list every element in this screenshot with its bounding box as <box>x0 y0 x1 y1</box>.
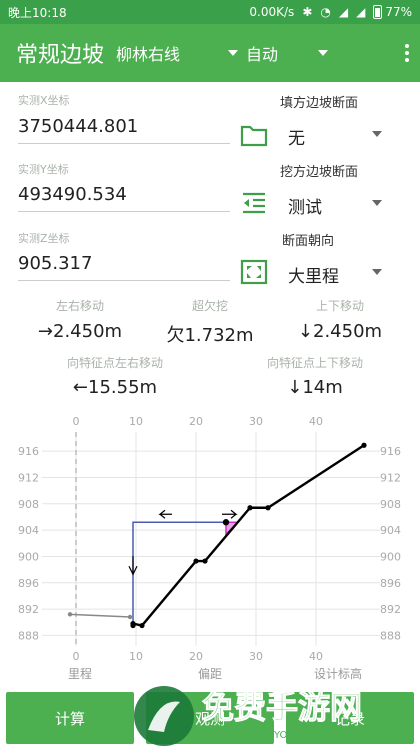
chevron-down-icon <box>318 50 328 56</box>
chevron-down-icon <box>372 131 382 137</box>
feature-ud-label: 向特征点上下移动 <box>266 356 363 370</box>
battery-level: 77% <box>385 5 412 19</box>
ud-move-label: 上下移动 <box>315 299 364 313</box>
y-tick-label-right: 916 <box>380 445 401 458</box>
observe-button-label: 观测 <box>194 709 225 728</box>
x-tick-label-bottom: 40 <box>309 650 323 663</box>
over-under-label: 超欠挖 <box>191 299 228 313</box>
feature-lr-value: ←15.55m <box>72 377 158 398</box>
data-point <box>139 622 145 629</box>
mode-select-value: 自动 <box>246 45 279 64</box>
status-time: 晚上10:18 <box>8 5 67 20</box>
z-coordinate-input[interactable]: 905.317 <box>18 253 230 281</box>
right-arrow-icon <box>222 509 238 519</box>
over-under-value: 欠1.732m <box>166 325 254 346</box>
y-tick-label-right: 912 <box>380 471 401 484</box>
y-tick-label-left: 892 <box>18 603 39 616</box>
status-bar: 晚上10:18 0.00K/s ✱ ◔ ◢ ◢ 77% <box>0 0 420 24</box>
page-title: 常规边坡 <box>16 43 105 68</box>
more-menu-icon[interactable] <box>404 44 410 62</box>
signal-icon: ◢ <box>338 5 349 19</box>
x-tick-label-bottom: 0 <box>73 650 80 663</box>
guide-line <box>132 521 226 624</box>
x-tick-label-top: 0 <box>73 415 80 428</box>
y-tick-label-left: 896 <box>18 577 39 590</box>
chevron-down-icon <box>372 269 382 275</box>
data-point <box>67 612 73 617</box>
y-tick-label-right: 908 <box>380 498 401 511</box>
y-tick-label-left: 912 <box>18 471 39 484</box>
lr-move-label: 左右移动 <box>55 299 104 313</box>
x-tick-label-top: 10 <box>129 415 143 428</box>
feature-lr-label: 向特征点左右移动 <box>66 356 163 370</box>
series-line <box>69 613 131 618</box>
fill-section-select[interactable]: 无 <box>288 124 305 149</box>
y-tick-label-left: 908 <box>18 498 39 511</box>
cut-section-label: 挖方边坡断面 <box>280 165 359 180</box>
line-select[interactable]: 柳林右线 <box>116 41 246 65</box>
line-select-value: 柳林右线 <box>116 45 181 64</box>
series-line <box>131 444 365 627</box>
y-tick-label-left: 900 <box>18 550 39 563</box>
calculate-button-label: 计算 <box>54 709 85 728</box>
wifi-icon: ◔ <box>320 5 331 19</box>
data-point <box>127 614 133 620</box>
section-chart[interactable]: 0 10 20 30 40 888 888 892 892 896 896 900 900 904 904 9… <box>0 410 420 685</box>
legend-label: 里程 <box>68 666 92 681</box>
fullscreen-icon[interactable] <box>240 259 268 285</box>
lr-move-value: →2.450m <box>37 321 123 342</box>
record-button[interactable]: 记录 <box>286 692 414 744</box>
app-bar: 常规边坡 柳林右线 自动 <box>0 24 420 82</box>
data-point <box>265 505 271 511</box>
x-tick-label-top: 20 <box>189 415 203 428</box>
x-tick-label-bottom: 30 <box>249 650 263 663</box>
y-tick-label-left: 916 <box>18 445 39 458</box>
network-speed: 0.00K/s <box>249 5 295 19</box>
x-tick-label-top: 30 <box>249 415 263 428</box>
y-tick-label-left: 904 <box>18 524 39 537</box>
y-tick-label-right: 892 <box>380 603 401 616</box>
direction-label: 断面朝向 <box>282 234 335 249</box>
data-point <box>130 620 136 627</box>
data-point <box>193 558 199 564</box>
data-point <box>202 558 208 564</box>
z-coordinate-label: 实测Z坐标 <box>18 232 70 245</box>
chevron-down-icon <box>372 200 382 206</box>
left-arrow-icon <box>158 509 172 519</box>
signal-2-icon: ◢ <box>356 5 366 19</box>
y-tick-label-right: 904 <box>380 524 401 537</box>
data-point <box>247 505 253 511</box>
data-point <box>361 442 367 448</box>
x-coordinate-input[interactable]: 3750444.801 <box>18 116 230 144</box>
y-coordinate-label: 实测Y坐标 <box>18 163 69 176</box>
chevron-down-icon <box>228 50 238 56</box>
y-coordinate-input[interactable]: 493490.534 <box>18 184 230 212</box>
x-coordinate-label: 实测X坐标 <box>18 94 70 107</box>
design-point <box>222 519 230 526</box>
observe-button[interactable]: 观测 <box>146 692 274 744</box>
y-tick-label-right: 900 <box>380 550 401 563</box>
y-tick-label-left: 888 <box>18 629 39 642</box>
direction-select[interactable]: 大里程 <box>288 262 339 287</box>
cut-section-select[interactable]: 测试 <box>288 193 322 218</box>
x-tick-label-top: 40 <box>309 415 323 428</box>
battery-indicator: 77% <box>373 5 412 19</box>
ud-move-value: ↓2.450m <box>297 321 383 342</box>
x-tick-label-bottom: 20 <box>189 650 203 663</box>
bluetooth-icon: ✱ <box>302 5 313 19</box>
mode-select[interactable]: 自动 <box>246 41 336 65</box>
battery-icon <box>373 5 383 19</box>
bottom-action-bar: 计算 观测 记录 <box>0 688 420 750</box>
indent-list-icon[interactable] <box>240 190 268 216</box>
legend-label: 设计标高 <box>314 666 362 681</box>
folder-icon[interactable] <box>240 122 268 148</box>
fill-section-label: 填方边坡断面 <box>280 96 359 111</box>
y-tick-label-right: 888 <box>380 629 401 642</box>
legend-label: 偏距 <box>198 666 222 681</box>
x-tick-label-bottom: 10 <box>129 650 143 663</box>
record-button-label: 记录 <box>334 709 365 728</box>
calculate-button[interactable]: 计算 <box>6 692 134 744</box>
feature-ud-value: ↓14m <box>287 377 343 398</box>
y-tick-label-right: 896 <box>380 577 401 590</box>
